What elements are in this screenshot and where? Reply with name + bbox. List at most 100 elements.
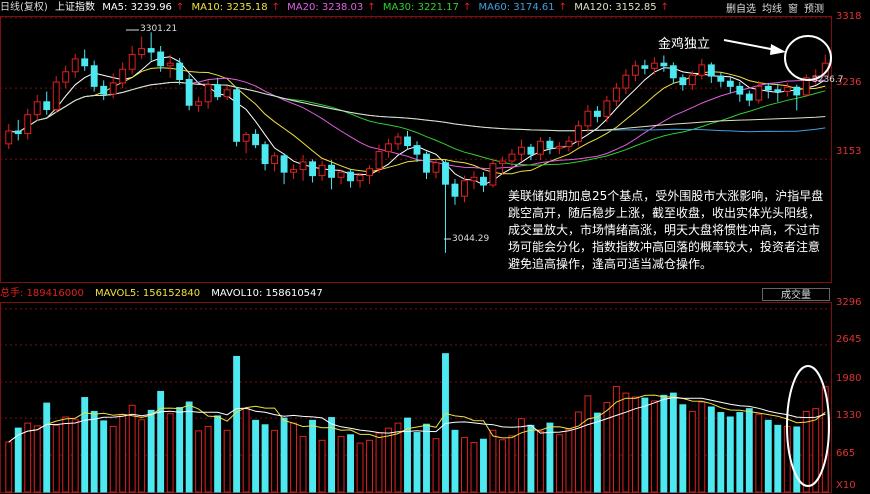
volume-bar-down <box>774 424 782 493</box>
candle-up <box>299 161 307 171</box>
volume-bar-up <box>109 425 117 493</box>
candle-up <box>385 143 392 153</box>
ma5-line <box>8 56 826 186</box>
volume-bar-up <box>631 396 639 493</box>
volume-bar-up <box>71 419 79 493</box>
volume-bar-up <box>138 419 146 493</box>
total-volume: 总手: 189416000 <box>0 288 84 299</box>
candle-up <box>166 62 174 67</box>
last-price-annotation: 3236.7 <box>812 75 844 85</box>
volume-bar-up <box>375 432 383 493</box>
vol-tick-1980: 1980 <box>836 373 862 384</box>
volume-bar-down <box>679 404 687 493</box>
volume-bar-up <box>62 416 70 493</box>
candle-down <box>764 85 772 91</box>
candle-up <box>755 85 763 101</box>
volume-bar-up <box>584 395 592 493</box>
volume-bar-down <box>14 427 22 493</box>
volume-bar-down <box>527 424 535 493</box>
candle-up <box>318 164 326 177</box>
candle-up <box>612 87 620 102</box>
candle-down <box>347 171 354 182</box>
candle-up <box>119 68 127 84</box>
volume-bar-up <box>603 402 611 493</box>
vol-tick-665: 665 <box>836 448 856 459</box>
candle-up <box>375 151 383 170</box>
price-tick-3318: 3318 <box>836 11 862 22</box>
volume-bar-down <box>423 423 430 493</box>
candle-up <box>650 62 658 69</box>
candle-down <box>233 89 241 142</box>
volume-bar-up <box>271 429 279 493</box>
volume-indicator-select[interactable]: 成交量 <box>762 288 830 301</box>
candle-down <box>726 80 734 87</box>
candle-up <box>195 101 203 106</box>
candle-up <box>603 100 611 117</box>
candle-down <box>745 93 753 101</box>
candle-up <box>52 81 60 111</box>
candle-up <box>62 71 70 83</box>
mavol5-value: MAVOL5: 156152840 <box>95 288 201 299</box>
volume-bar-up <box>356 442 364 493</box>
candle-up <box>536 140 544 155</box>
candle-up <box>394 136 402 145</box>
candle-up <box>33 101 41 116</box>
candle-up <box>138 48 146 56</box>
candle-up <box>366 168 373 177</box>
volume-bar-up <box>517 418 525 493</box>
volume-bar-down <box>669 392 677 493</box>
volume-bar-up <box>432 438 440 493</box>
volume-bar-up <box>385 427 392 493</box>
vol-tick-3296: 3296 <box>836 297 862 308</box>
volume-bar-down <box>717 412 725 493</box>
vol-tick-2645: 2645 <box>836 334 862 345</box>
volume-bar-up <box>204 425 212 493</box>
volume-bar-down <box>707 406 715 493</box>
volume-bar-up <box>622 392 630 493</box>
candle-up <box>432 162 440 173</box>
candle-down <box>261 144 269 165</box>
volume-bar-down <box>100 420 108 493</box>
volume-bar-down <box>745 408 753 493</box>
candle-up <box>109 82 117 95</box>
volume-bar-down <box>726 416 734 493</box>
pointer-arrow-shaft <box>723 39 777 51</box>
volume-bar-up <box>802 410 810 493</box>
ma120-line <box>8 81 826 133</box>
candle-down <box>176 62 184 80</box>
volume-bar-up <box>565 428 573 493</box>
candle-down <box>423 153 430 173</box>
volume-bar-up <box>24 422 32 493</box>
volume-bar-up <box>555 434 563 493</box>
volume-bar-up <box>461 437 468 493</box>
candle-down <box>707 64 715 77</box>
volume-bar-down <box>157 390 165 493</box>
volume-bar-up <box>698 401 706 493</box>
candle-down <box>774 89 782 93</box>
candle-down <box>147 48 155 53</box>
high-annotation: 3301.21 <box>140 24 178 34</box>
volume-bar-up <box>242 408 250 493</box>
volume-bar-down <box>546 422 554 493</box>
candle-down <box>328 164 335 178</box>
volume-bar-down <box>90 410 98 493</box>
candle-down <box>14 130 22 135</box>
candle-up <box>204 84 212 103</box>
candle-up <box>584 110 592 127</box>
candle-up <box>783 86 791 93</box>
candle-down <box>100 85 108 95</box>
candle-down <box>90 65 98 87</box>
candle-up <box>24 114 32 135</box>
candle-up <box>574 125 582 142</box>
volume-bar-up <box>755 413 763 493</box>
candle-down <box>185 78 193 106</box>
candle-down <box>280 155 288 173</box>
volume-bar-down <box>261 424 269 493</box>
candle-down <box>480 176 487 186</box>
volume-bar-down <box>736 412 744 493</box>
candle-down <box>717 75 725 82</box>
volume-bar-down <box>233 355 241 493</box>
volume-bar-up <box>489 429 497 493</box>
candle-up <box>688 74 696 86</box>
volume-bar-down <box>309 419 317 493</box>
